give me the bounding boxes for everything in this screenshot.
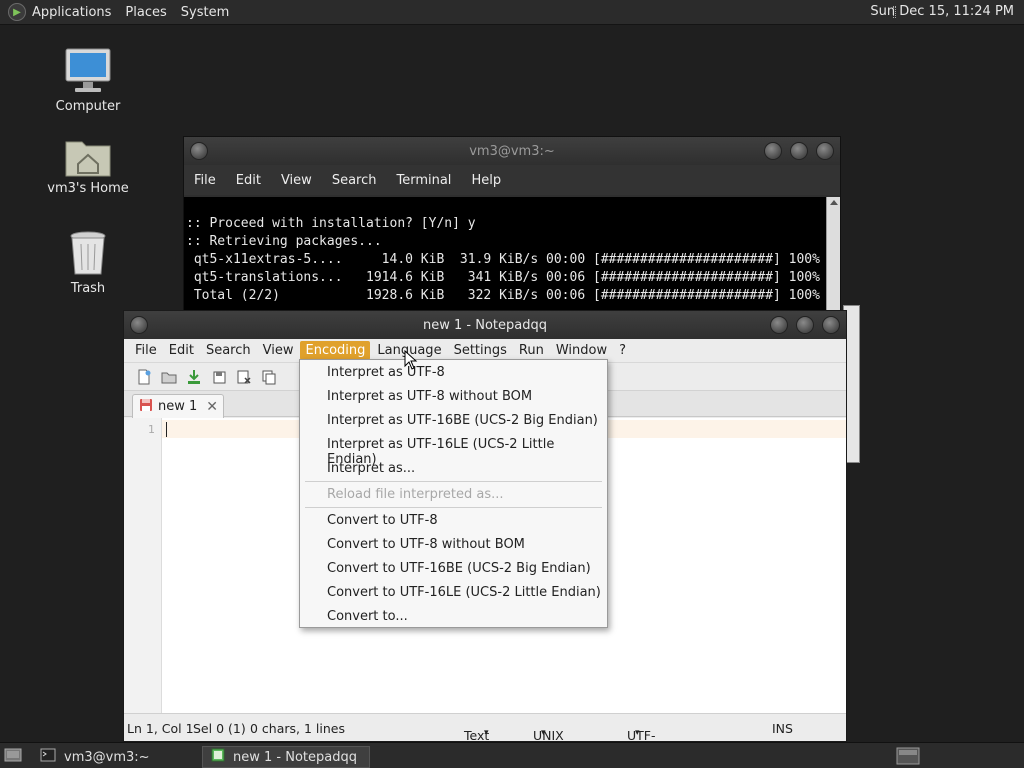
terminal-titlebar[interactable]: vm3@vm3:~ bbox=[184, 137, 840, 165]
menu-run[interactable]: Run bbox=[514, 341, 549, 360]
terminal-menu-file[interactable]: File bbox=[194, 173, 216, 188]
terminal-icon bbox=[40, 748, 56, 766]
menu-edit[interactable]: Edit bbox=[164, 341, 199, 360]
menu-item-interpret-utf16be[interactable]: Interpret as UTF-16BE (UCS-2 Big Endian) bbox=[327, 413, 598, 428]
tab-close-icon[interactable]: ✕ bbox=[206, 399, 218, 415]
terminal-menu-search[interactable]: Search bbox=[332, 173, 377, 188]
close-all-icon[interactable] bbox=[259, 367, 279, 387]
new-file-icon[interactable] bbox=[134, 367, 154, 387]
minimize-button[interactable] bbox=[770, 316, 788, 334]
terminal-line: :: Proceed with installation? [Y/n] y bbox=[186, 216, 476, 231]
menu-view[interactable]: View bbox=[258, 341, 299, 360]
status-counts: 0 chars, 1 lines bbox=[250, 721, 345, 736]
menu-item-interpret-utf8[interactable]: Interpret as UTF-8 bbox=[327, 365, 445, 380]
menu-item-interpret-as[interactable]: Interpret as... bbox=[327, 461, 415, 476]
terminal-menubar: File Edit View Search Terminal Help bbox=[184, 165, 840, 195]
panel-clock[interactable]: Sun Dec 15, 11:24 PM bbox=[870, 4, 1014, 19]
terminal-menu-edit[interactable]: Edit bbox=[236, 173, 261, 188]
panel-menu-places[interactable]: Places bbox=[125, 5, 166, 20]
taskbar-item-notepadqq[interactable]: new 1 - Notepadqq bbox=[202, 746, 370, 768]
top-panel: ▶ Applications Places System Sun Dec 15,… bbox=[0, 0, 1024, 25]
panel-menu-applications[interactable]: Applications bbox=[32, 5, 111, 20]
status-selection: Sel 0 (1) bbox=[193, 721, 246, 736]
dropdown-arrow-icon: ▾ bbox=[484, 728, 489, 738]
workspace-switcher-icon[interactable] bbox=[896, 747, 920, 768]
menu-item-convert-to[interactable]: Convert to... bbox=[327, 609, 408, 624]
menu-search[interactable]: Search bbox=[201, 341, 256, 360]
encoding-menu: Interpret as UTF-8 Interpret as UTF-8 wi… bbox=[299, 359, 608, 628]
menu-item-convert-utf16le[interactable]: Convert to UTF-16LE (UCS-2 Little Endian… bbox=[327, 585, 601, 600]
status-bar: Ln 1, Col 1 Sel 0 (1) 0 chars, 1 lines T… bbox=[124, 713, 846, 768]
status-insert-mode[interactable]: INS bbox=[772, 721, 793, 736]
menu-item-convert-utf8[interactable]: Convert to UTF-8 bbox=[327, 513, 438, 528]
distro-logo-icon[interactable]: ▶ bbox=[8, 3, 26, 21]
desktop-icon-label: vm3's Home bbox=[47, 181, 129, 196]
close-button[interactable] bbox=[816, 142, 834, 160]
tab-label: new 1 bbox=[158, 399, 198, 414]
desktop-icon-home[interactable]: vm3's Home bbox=[38, 126, 138, 196]
menu-window[interactable]: Window bbox=[551, 341, 612, 360]
terminal-title: vm3@vm3:~ bbox=[469, 143, 555, 159]
taskbar: vm3@vm3:~ new 1 - Notepadqq bbox=[0, 742, 1024, 768]
line-number: 1 bbox=[148, 423, 155, 436]
desktop-icon-label: Computer bbox=[55, 99, 121, 114]
menu-item-convert-utf8-no-bom[interactable]: Convert to UTF-8 without BOM bbox=[327, 537, 525, 552]
line-number-gutter: 1 bbox=[124, 418, 162, 713]
terminal-window: vm3@vm3:~ File Edit View Search Terminal… bbox=[183, 136, 841, 316]
mouse-pointer-icon bbox=[404, 349, 418, 374]
tab-new-1[interactable]: new 1 ✕ bbox=[132, 394, 224, 418]
close-button[interactable] bbox=[822, 316, 840, 334]
dropdown-arrow-icon: ▾ bbox=[541, 728, 546, 738]
panel-menu-system[interactable]: System bbox=[181, 5, 229, 20]
terminal-line: qt5-x11extras-5.... 14.0 KiB 31.9 KiB/s … bbox=[186, 252, 820, 267]
terminal-menu-view[interactable]: View bbox=[281, 173, 312, 188]
menu-item-reload-interpreted: Reload file interpreted as... bbox=[327, 487, 504, 502]
terminal-line: Total (2/2) 1928.6 KiB 322 KiB/s 00:06 [… bbox=[186, 288, 820, 303]
notepad-title: new 1 - Notepadqq bbox=[423, 317, 547, 333]
maximize-button[interactable] bbox=[796, 316, 814, 334]
taskbar-label: new 1 - Notepadqq bbox=[233, 749, 357, 765]
menu-separator bbox=[305, 507, 602, 508]
menu-item-interpret-utf8-no-bom[interactable]: Interpret as UTF-8 without BOM bbox=[327, 389, 532, 404]
notepadqq-icon bbox=[211, 748, 225, 766]
unsaved-file-icon bbox=[139, 398, 153, 416]
terminal-scrollbar[interactable] bbox=[826, 197, 840, 315]
notepad-titlebar[interactable]: new 1 - Notepadqq bbox=[124, 311, 846, 339]
menu-help[interactable]: ? bbox=[614, 341, 631, 360]
desktop-icon-computer[interactable]: Computer bbox=[38, 44, 138, 114]
menu-file[interactable]: File bbox=[130, 341, 162, 360]
desktop-icon-label: Trash bbox=[70, 281, 106, 296]
computer-icon bbox=[38, 44, 138, 96]
open-folder-icon[interactable] bbox=[159, 367, 179, 387]
desktop-icon-trash[interactable]: Trash bbox=[38, 226, 138, 296]
window-menu-button[interactable] bbox=[190, 142, 208, 160]
status-cursor-position: Ln 1, Col 1 bbox=[127, 721, 194, 736]
menu-encoding[interactable]: Encoding bbox=[300, 341, 371, 360]
show-desktop-icon[interactable] bbox=[4, 748, 22, 766]
trash-icon bbox=[38, 226, 138, 278]
terminal-menu-help[interactable]: Help bbox=[471, 173, 501, 188]
dropdown-arrow-icon: ▾ bbox=[635, 728, 640, 738]
taskbar-item-terminal[interactable]: vm3@vm3:~ bbox=[32, 746, 200, 768]
home-folder-icon bbox=[38, 126, 138, 178]
terminal-line: :: Retrieving packages... bbox=[186, 234, 382, 249]
menu-separator bbox=[305, 481, 602, 482]
window-menu-button[interactable] bbox=[130, 316, 148, 334]
terminal-line: qt5-translations... 1914.6 KiB 341 KiB/s… bbox=[186, 270, 820, 285]
taskbar-label: vm3@vm3:~ bbox=[64, 749, 150, 765]
terminal-output[interactable]: :: Proceed with installation? [Y/n] y:: … bbox=[184, 197, 826, 315]
save-all-icon[interactable] bbox=[209, 367, 229, 387]
minimize-button[interactable] bbox=[764, 142, 782, 160]
save-icon[interactable] bbox=[184, 367, 204, 387]
text-caret bbox=[166, 422, 167, 437]
terminal-menu-terminal[interactable]: Terminal bbox=[396, 173, 451, 188]
menu-item-convert-utf16be[interactable]: Convert to UTF-16BE (UCS-2 Big Endian) bbox=[327, 561, 591, 576]
menu-settings[interactable]: Settings bbox=[449, 341, 512, 360]
maximize-button[interactable] bbox=[790, 142, 808, 160]
close-file-icon[interactable] bbox=[234, 367, 254, 387]
